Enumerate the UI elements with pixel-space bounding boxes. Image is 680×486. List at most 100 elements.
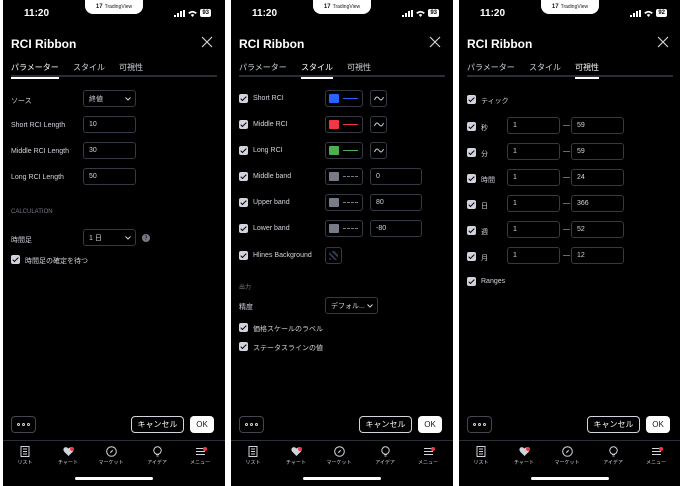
weeks-to-input[interactable]: 52 [571,221,624,238]
nav-chart[interactable]: チャート [504,446,544,466]
tab-bar: パラメーター スタイル 可視性 [467,62,673,79]
months-checkbox[interactable] [467,252,476,261]
svg-text:?: ? [144,235,147,242]
system-icons: 93 [402,9,439,17]
middle-band-color-picker[interactable] [325,168,363,185]
notification-dot [526,447,530,451]
long-rci-color-picker[interactable] [325,142,363,159]
more-button[interactable] [11,416,36,433]
nav-chart[interactable]: チャート [48,446,88,466]
minutes-from-input[interactable]: 1 [507,143,560,160]
precision-select[interactable]: デフォル... [325,297,378,314]
months-to-input[interactable]: 12 [571,247,624,264]
nav-market[interactable]: マーケット [319,446,359,466]
long-rci-style-button[interactable] [370,142,387,159]
long-length-label: Long RCI Length [11,174,64,181]
tab-parameters[interactable]: パラメーター [467,62,515,77]
nav-ideas-label: アイデア [603,460,623,466]
ok-button[interactable]: OK [190,416,214,433]
lower-band-input[interactable]: -80 [370,220,422,237]
tab-visibility[interactable]: 可視性 [347,62,371,77]
minutes-checkbox[interactable] [467,148,476,157]
days-checkbox[interactable] [467,200,476,209]
price-scale-label-checkbox[interactable] [239,323,248,332]
long-length-input[interactable]: 50 [83,168,136,185]
weeks-label: 週 [481,229,488,236]
lower-band-color-picker[interactable] [325,220,363,237]
tab-style[interactable]: スタイル [73,62,105,77]
more-button[interactable] [239,416,264,433]
nav-list[interactable]: リスト [461,446,501,466]
hlines-background-checkbox[interactable] [239,251,248,260]
seconds-from-input[interactable]: 1 [507,117,560,134]
wifi-icon [644,10,654,17]
help-icon[interactable]: ? [142,234,150,242]
cancel-button[interactable]: キャンセル [131,416,184,433]
middle-rci-checkbox[interactable] [239,120,248,129]
nav-menu[interactable]: メニュー [180,446,220,466]
tab-style[interactable]: スタイル [529,62,561,77]
nav-list[interactable]: リスト [5,446,45,466]
tab-visibility[interactable]: 可視性 [575,62,599,79]
calculation-section: CALCULATION [11,209,53,215]
nav-market[interactable]: マーケット [547,446,587,466]
lower-band-label: Lower band [253,225,290,232]
nav-menu[interactable]: メニュー [408,446,448,466]
tick-checkbox[interactable] [467,95,476,104]
nav-chart[interactable]: チャート [276,446,316,466]
timeframe-value: 1 日 [89,234,102,242]
tab-style[interactable]: スタイル [301,62,333,79]
status-line-checkbox[interactable] [239,342,248,351]
short-rci-checkbox[interactable] [239,94,248,103]
tab-parameters[interactable]: パラメーター [11,62,59,79]
lower-band-checkbox[interactable] [239,224,248,233]
upper-band-checkbox[interactable] [239,198,248,207]
nav-ideas[interactable]: アイデア [137,446,177,466]
nav-market[interactable]: マーケット [91,446,131,466]
source-select[interactable]: 終値 [83,90,136,107]
more-button[interactable] [467,416,492,433]
wait-confirm-checkbox[interactable] [11,255,20,264]
close-icon[interactable] [429,36,441,48]
hlines-background-color-picker[interactable] [325,247,342,264]
hlines-background-label: Hlines Background [253,252,312,259]
ok-button[interactable]: OK [646,416,670,433]
months-from-input[interactable]: 1 [507,247,560,264]
tab-visibility[interactable]: 可視性 [119,62,143,77]
short-rci-style-button[interactable] [370,90,387,107]
nav-menu[interactable]: メニュー [636,446,676,466]
hours-to-input[interactable]: 24 [571,169,624,186]
cancel-button[interactable]: キャンセル [587,416,640,433]
weeks-from-input[interactable]: 1 [507,221,560,238]
timeframe-select[interactable]: 1 日 [83,229,136,246]
seconds-to-input[interactable]: 59 [571,117,624,134]
price-scale-label: 価格スケールのラベル [253,326,323,333]
ranges-checkbox[interactable] [467,277,476,286]
middle-length-input[interactable]: 30 [83,142,136,159]
hours-from-input[interactable]: 1 [507,169,560,186]
middle-rci-color-picker[interactable] [325,116,363,133]
days-to-input[interactable]: 366 [571,195,624,212]
hours-checkbox[interactable] [467,174,476,183]
nav-ideas[interactable]: アイデア [593,446,633,466]
seconds-checkbox[interactable] [467,122,476,131]
tab-parameters[interactable]: パラメーター [239,62,287,77]
weeks-checkbox[interactable] [467,226,476,235]
middle-band-input[interactable]: 0 [370,168,422,185]
short-length-input[interactable]: 10 [83,116,136,133]
close-icon[interactable] [201,36,213,48]
close-icon[interactable] [657,36,669,48]
minutes-to-input[interactable]: 59 [571,143,624,160]
short-rci-color-picker[interactable] [325,90,363,107]
upper-band-input[interactable]: 80 [370,194,422,211]
days-from-input[interactable]: 1 [507,195,560,212]
nav-ideas[interactable]: アイデア [365,446,405,466]
upper-band-color-picker[interactable] [325,194,363,211]
range-dash: — [563,226,570,233]
middle-rci-style-button[interactable] [370,116,387,133]
ok-button[interactable]: OK [418,416,442,433]
long-rci-checkbox[interactable] [239,146,248,155]
nav-list[interactable]: リスト [233,446,273,466]
cancel-button[interactable]: キャンセル [359,416,412,433]
middle-band-checkbox[interactable] [239,172,248,181]
